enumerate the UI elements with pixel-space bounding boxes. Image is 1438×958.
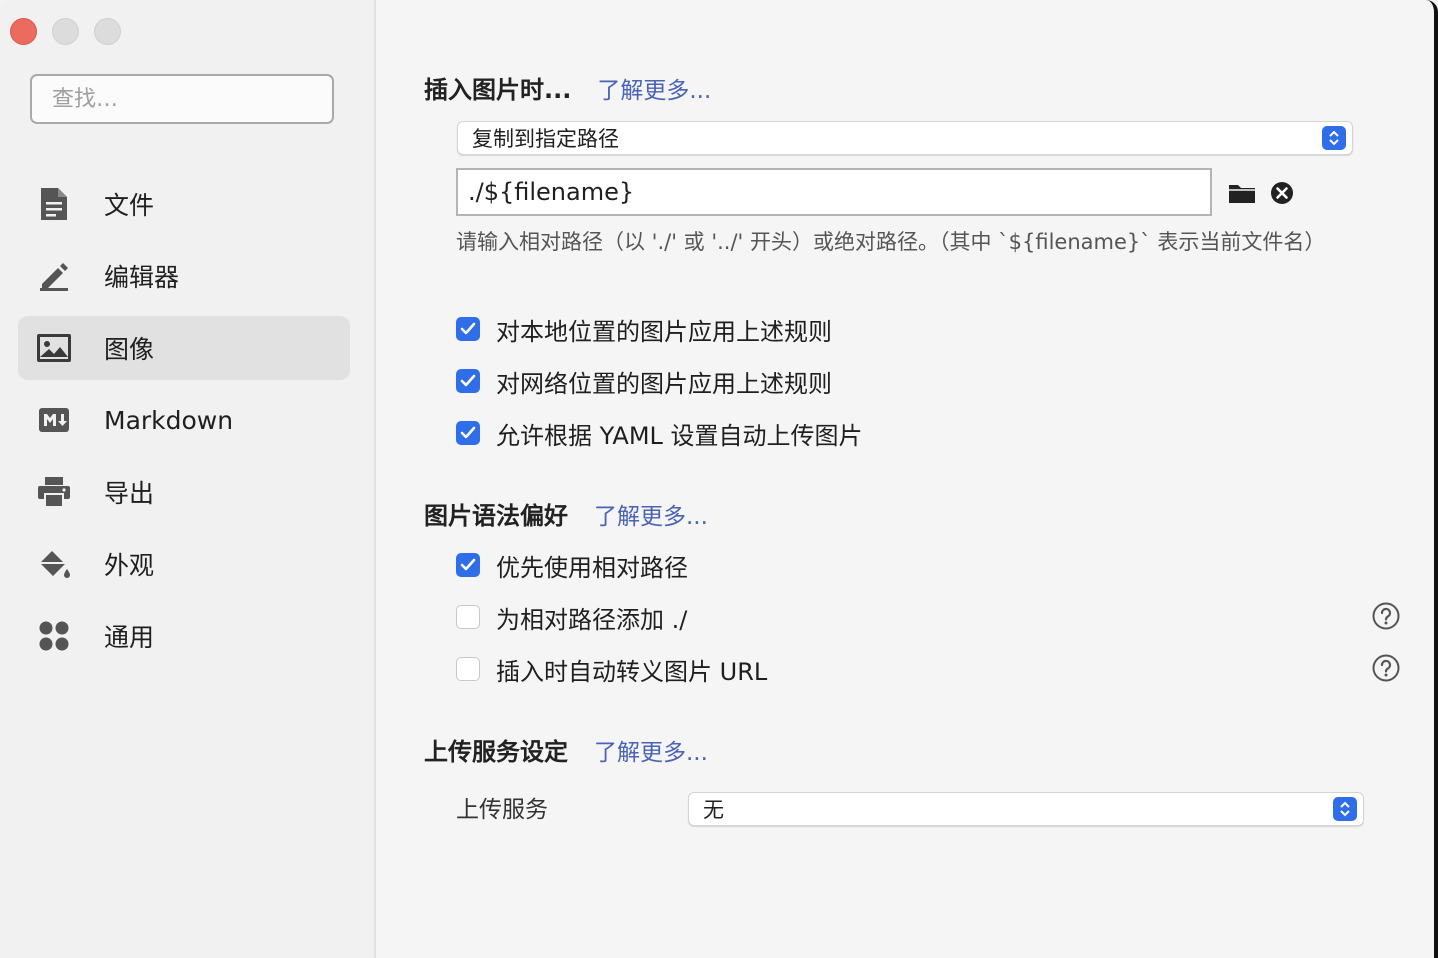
sidebar-item-file[interactable]: 文件 bbox=[18, 172, 350, 236]
chevron-updown-icon bbox=[1333, 797, 1357, 821]
select-value: 无 bbox=[703, 798, 724, 822]
section-heading: 插入图片时... bbox=[424, 76, 572, 104]
sidebar-item-label: 文件 bbox=[104, 191, 155, 220]
upload-section-title: 上传服务设定 了解更多... bbox=[424, 732, 708, 767]
select-value: 复制到指定路径 bbox=[472, 127, 619, 151]
markdown-icon bbox=[36, 402, 72, 438]
syntax-pref-section-title: 图片语法偏好 了解更多... bbox=[424, 496, 708, 531]
option-escape-url[interactable]: 插入时自动转义图片 URL bbox=[456, 651, 767, 687]
sidebar-item-label: 通用 bbox=[104, 623, 155, 652]
sidebar-item-appearance[interactable]: 外观 bbox=[18, 532, 350, 596]
minimize-window-button[interactable] bbox=[52, 18, 79, 45]
learn-more-link[interactable]: 了解更多... bbox=[594, 733, 708, 767]
window-controls bbox=[10, 18, 121, 45]
option-yaml-upload[interactable]: 允许根据 YAML 设置自动上传图片 bbox=[456, 415, 863, 451]
checkbox-unchecked[interactable] bbox=[456, 605, 480, 629]
section-heading: 图片语法偏好 bbox=[424, 502, 568, 530]
help-icon[interactable] bbox=[1372, 602, 1400, 630]
learn-more-link[interactable]: 了解更多... bbox=[597, 71, 711, 105]
learn-more-link[interactable]: 了解更多... bbox=[594, 497, 708, 531]
insert-action-select[interactable]: 复制到指定路径 bbox=[457, 121, 1353, 155]
help-icon[interactable] bbox=[1372, 654, 1400, 682]
option-add-dot-slash[interactable]: 为相对路径添加 ./ bbox=[456, 599, 687, 635]
search-input[interactable] bbox=[30, 74, 334, 124]
checkbox-checked[interactable] bbox=[456, 553, 480, 577]
section-heading: 上传服务设定 bbox=[424, 738, 568, 766]
checkbox-checked[interactable] bbox=[456, 421, 480, 445]
option-label: 插入时自动转义图片 URL bbox=[496, 657, 768, 686]
file-icon bbox=[36, 186, 72, 222]
pencil-icon bbox=[36, 258, 72, 294]
upload-service-select[interactable]: 无 bbox=[688, 792, 1364, 826]
upload-service-label: 上传服务 bbox=[456, 797, 548, 823]
sidebar-item-label: 图像 bbox=[104, 335, 155, 364]
sidebar-item-label: 导出 bbox=[104, 479, 155, 508]
option-label: 对网络位置的图片应用上述规则 bbox=[496, 369, 832, 398]
image-icon bbox=[36, 330, 72, 366]
preferences-window: 文件 编辑器 图像 Markdown bbox=[0, 0, 1438, 958]
option-prefer-relative[interactable]: 优先使用相对路径 bbox=[456, 547, 688, 583]
clear-icon[interactable] bbox=[1268, 179, 1296, 207]
option-local-images[interactable]: 对本地位置的图片应用上述规则 bbox=[456, 311, 832, 347]
settings-panel: 插入图片时... 了解更多... 复制到指定路径 请输入相对路径（以 './' … bbox=[376, 0, 1434, 958]
sidebar-item-editor[interactable]: 编辑器 bbox=[18, 244, 350, 308]
grid-icon bbox=[36, 618, 72, 654]
option-label: 为相对路径添加 ./ bbox=[496, 605, 688, 634]
zoom-window-button[interactable] bbox=[94, 18, 121, 45]
chevron-updown-icon bbox=[1322, 126, 1346, 150]
image-path-input[interactable] bbox=[456, 168, 1212, 216]
sidebar-nav: 文件 编辑器 图像 Markdown 导出 外观 通用 bbox=[18, 172, 350, 676]
close-window-button[interactable] bbox=[10, 18, 37, 45]
sidebar-item-general[interactable]: 通用 bbox=[18, 604, 350, 668]
checkbox-unchecked[interactable] bbox=[456, 657, 480, 681]
checkbox-checked[interactable] bbox=[456, 317, 480, 341]
checkbox-checked[interactable] bbox=[456, 369, 480, 393]
paint-bucket-icon bbox=[36, 546, 72, 582]
sidebar-item-label: 外观 bbox=[104, 551, 155, 580]
sidebar-item-label: Markdown bbox=[104, 405, 234, 435]
sidebar-item-markdown[interactable]: Markdown bbox=[18, 388, 350, 452]
insert-image-section-title: 插入图片时... 了解更多... bbox=[424, 70, 711, 105]
folder-icon[interactable] bbox=[1228, 179, 1256, 207]
option-label: 优先使用相对路径 bbox=[496, 553, 688, 582]
option-network-images[interactable]: 对网络位置的图片应用上述规则 bbox=[456, 363, 832, 399]
sidebar: 文件 编辑器 图像 Markdown bbox=[0, 0, 376, 958]
path-hint-text: 请输入相对路径（以 './' 或 '../' 开头）或绝对路径。（其中 `${f… bbox=[456, 230, 1326, 254]
printer-icon bbox=[36, 474, 72, 510]
sidebar-item-image[interactable]: 图像 bbox=[18, 316, 350, 380]
option-label: 对本地位置的图片应用上述规则 bbox=[496, 317, 832, 346]
sidebar-item-export[interactable]: 导出 bbox=[18, 460, 350, 524]
option-label: 允许根据 YAML 设置自动上传图片 bbox=[496, 421, 863, 450]
sidebar-item-label: 编辑器 bbox=[104, 263, 180, 292]
